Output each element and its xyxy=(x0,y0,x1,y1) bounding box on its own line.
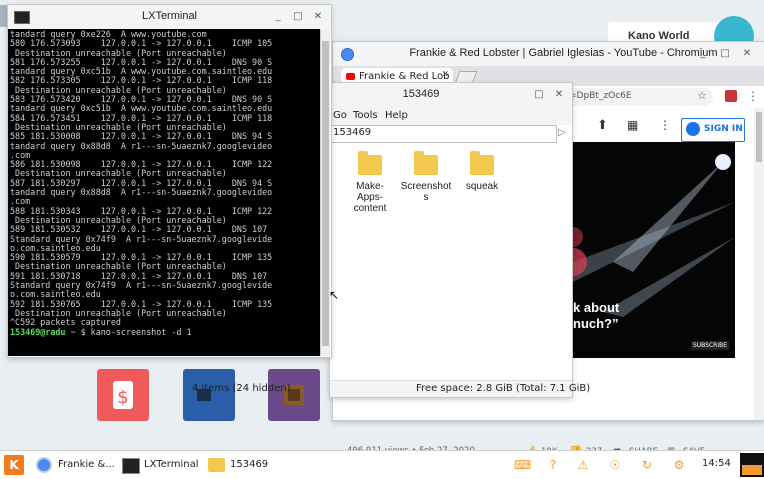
subscribe-badge[interactable]: SUBSCRIBE xyxy=(690,341,729,350)
audio-visualizer[interactable] xyxy=(740,453,764,477)
items-count: 4 items (24 hidden) xyxy=(192,383,291,394)
folder-name: Screenshot s xyxy=(400,181,452,203)
mouse-cursor-icon: ↖ xyxy=(329,288,340,302)
folder-name: Make- Apps- content xyxy=(353,181,387,214)
folder-item[interactable]: Make- Apps- content xyxy=(340,151,400,214)
path-input[interactable]: 153469 xyxy=(330,125,557,143)
menu-kebab-icon[interactable]: ⋮ xyxy=(747,89,759,103)
clock: 14:54 xyxy=(702,458,731,469)
tab-label: Frankie & Red Lob xyxy=(359,71,450,82)
minimize-button[interactable]: _ xyxy=(696,47,710,61)
taskbar-label: Frankie &... xyxy=(58,459,115,470)
folder-icon xyxy=(358,151,382,175)
help-icon[interactable]: ? xyxy=(546,458,560,472)
keyboard-icon[interactable]: ⌨ xyxy=(514,458,531,472)
folder-item[interactable]: Screenshot s xyxy=(396,151,456,203)
video-player[interactable]: k about nuch?” SUBSCRIBE xyxy=(573,142,735,358)
video-caption: k about nuch?” xyxy=(573,300,620,331)
address-bar[interactable]: =DpBt_zOc6E ☆ xyxy=(563,88,713,106)
bookmark-star-icon[interactable]: ☆ xyxy=(697,89,707,102)
kano-menu-button[interactable]: K xyxy=(4,455,24,475)
tab-close-icon[interactable]: ✕ xyxy=(441,70,449,80)
terminal-titlebar[interactable]: LXTerminal _ □ ✕ xyxy=(8,5,331,30)
terminal-scrollbar-thumb[interactable] xyxy=(322,41,329,346)
wifi-off-icon[interactable]: ☉ xyxy=(608,458,622,472)
terminal-icon xyxy=(122,458,140,474)
visualizer-bar xyxy=(742,465,762,475)
filemanager-window: 153469 □ ✕ Go Tools Help 153469 ▷ Make- … xyxy=(192,83,590,397)
maximize-button[interactable]: □ xyxy=(291,10,305,24)
sign-in-button[interactable]: SIGN IN xyxy=(681,118,745,142)
page-scrollbar[interactable] xyxy=(754,108,764,420)
page-scrollbar-thumb[interactable] xyxy=(756,112,762,162)
user-icon xyxy=(686,122,700,136)
path-go-icon[interactable]: ▷ xyxy=(558,127,566,138)
network-off-icon[interactable]: ⚠ xyxy=(576,458,590,472)
taskbar-label: LXTerminal xyxy=(144,459,199,470)
terminal-window: LXTerminal _ □ ✕ tandard query 0xe226 A … xyxy=(8,5,331,357)
prompt-user: 153469@radu xyxy=(10,326,66,337)
terminal-output[interactable]: tandard query 0xe226 A www.youtube.com 58… xyxy=(8,29,320,356)
minimize-button[interactable]: _ xyxy=(271,10,285,24)
folder-name: squeak xyxy=(465,181,499,192)
taskbar: K Frankie &... LXTerminal 153469 ⌨ ? ⚠ ☉… xyxy=(0,450,764,479)
taskbar-label: 153469 xyxy=(230,459,269,470)
extension-icon[interactable] xyxy=(725,90,737,102)
folder-icon xyxy=(414,151,438,175)
app-icon-minecraft[interactable] xyxy=(268,369,320,421)
path-text: 153469 xyxy=(333,127,372,138)
menu-help[interactable]: Help xyxy=(385,110,408,121)
close-button[interactable]: ✕ xyxy=(311,10,325,24)
menu-go[interactable]: Go xyxy=(333,110,347,121)
svg-text:$: $ xyxy=(117,387,128,408)
maximize-button[interactable]: □ xyxy=(718,47,732,61)
filemanager-statusbar: 4 items (24 hidden) Free space: 2.8 GiB … xyxy=(192,380,590,397)
address-text: =DpBt_zOc6E xyxy=(569,91,632,101)
filemanager-titlebar[interactable]: 153469 □ ✕ xyxy=(330,83,572,108)
upload-icon[interactable]: ⬆ xyxy=(597,118,608,133)
chromium-titlebar[interactable]: Frankie & Red Lobster | Gabriel Iglesias… xyxy=(333,42,764,67)
chromium-icon xyxy=(36,457,52,473)
close-button[interactable]: ✕ xyxy=(740,47,754,61)
terminal-line: tandard query 0x88d8 A r1---sn-5uaeznk7.… xyxy=(10,187,273,198)
folder-icon xyxy=(470,151,494,175)
youtube-favicon-icon xyxy=(346,73,355,80)
prompt-command: ~ $ kano-screenshot -d 1 xyxy=(65,326,192,337)
app-icon-code[interactable] xyxy=(183,369,235,421)
terminal-prompt-line: 153469@radu ~ $ kano-screenshot -d 1 xyxy=(8,326,320,337)
minimize-button[interactable]: □ xyxy=(532,88,546,102)
taskbar-item-terminal[interactable]: LXTerminal xyxy=(120,454,202,476)
settings-icon[interactable]: ⚙ xyxy=(672,458,686,472)
folder-item[interactable]: squeak xyxy=(452,151,512,192)
chromium-app-icon xyxy=(341,48,354,61)
folder-icon xyxy=(208,458,225,472)
app-icon-make-money[interactable]: $ xyxy=(97,369,149,421)
terminal-line: tandard query 0x88d8 A r1---sn-5uaeznk7.… xyxy=(10,140,273,151)
terminal-scrollbar[interactable] xyxy=(320,29,330,356)
apps-grid-icon[interactable]: ▦ xyxy=(627,118,638,132)
sign-in-label: SIGN IN xyxy=(704,124,743,134)
menu-tools[interactable]: Tools xyxy=(353,110,378,121)
terminal-lines: tandard query 0xe226 A www.youtube.com 58… xyxy=(8,29,320,328)
refresh-icon[interactable]: ↻ xyxy=(640,458,654,472)
filemanager-menubar: Go Tools Help xyxy=(330,107,572,125)
taskbar-item-chromium[interactable]: Frankie &... xyxy=(34,454,116,476)
settings-kebab-icon[interactable]: ⋮ xyxy=(659,118,671,132)
close-button[interactable]: ✕ xyxy=(552,88,566,102)
taskbar-item-filemanager[interactable]: 153469 xyxy=(206,454,286,476)
free-space: Free space: 2.8 GiB (Total: 7.1 GiB) xyxy=(416,383,591,394)
kano-world-label: Kano World xyxy=(628,30,690,42)
